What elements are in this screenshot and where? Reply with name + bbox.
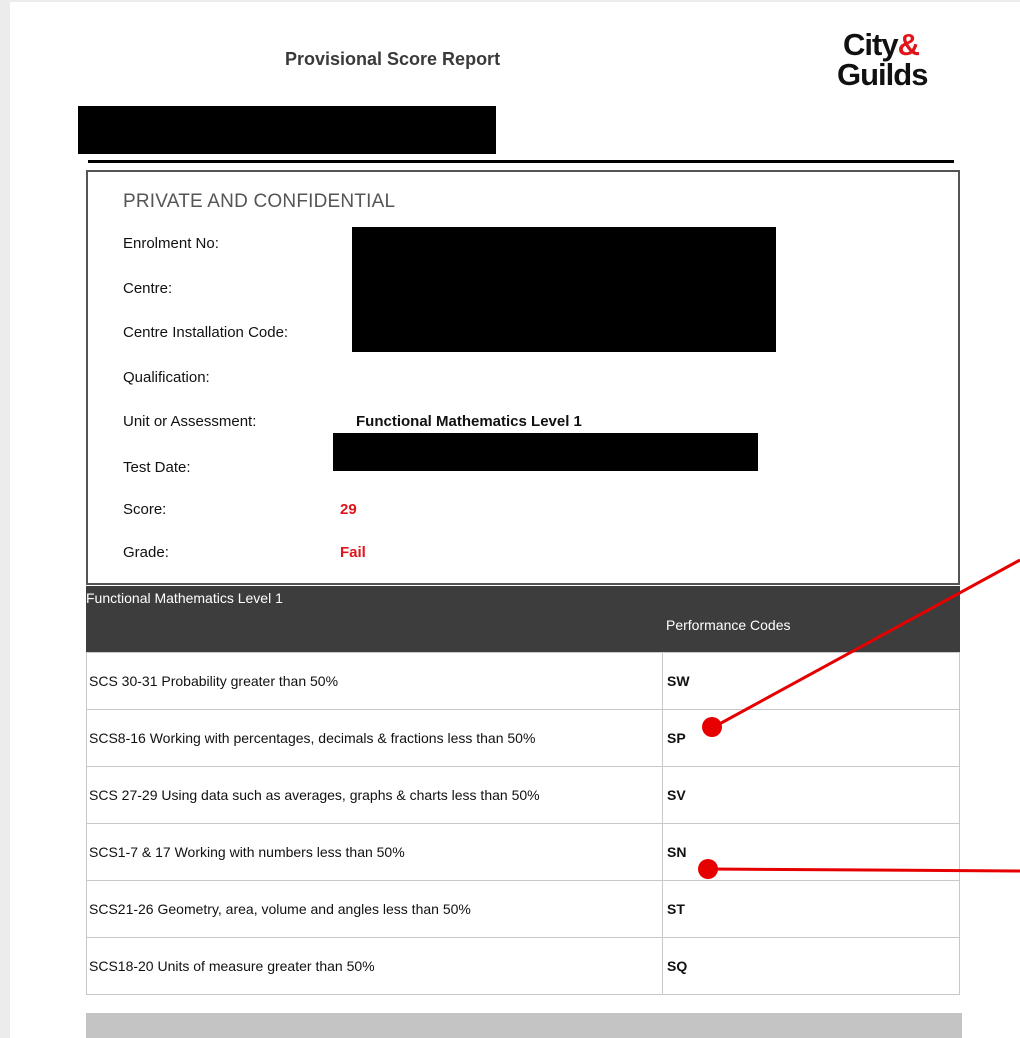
annotation-line-st — [707, 867, 1020, 873]
annotation-dot-sp — [702, 717, 722, 737]
annotation-dot-st — [698, 859, 718, 879]
annotation-arrows — [707, 558, 1020, 873]
annotation-line-sp — [711, 558, 1020, 730]
